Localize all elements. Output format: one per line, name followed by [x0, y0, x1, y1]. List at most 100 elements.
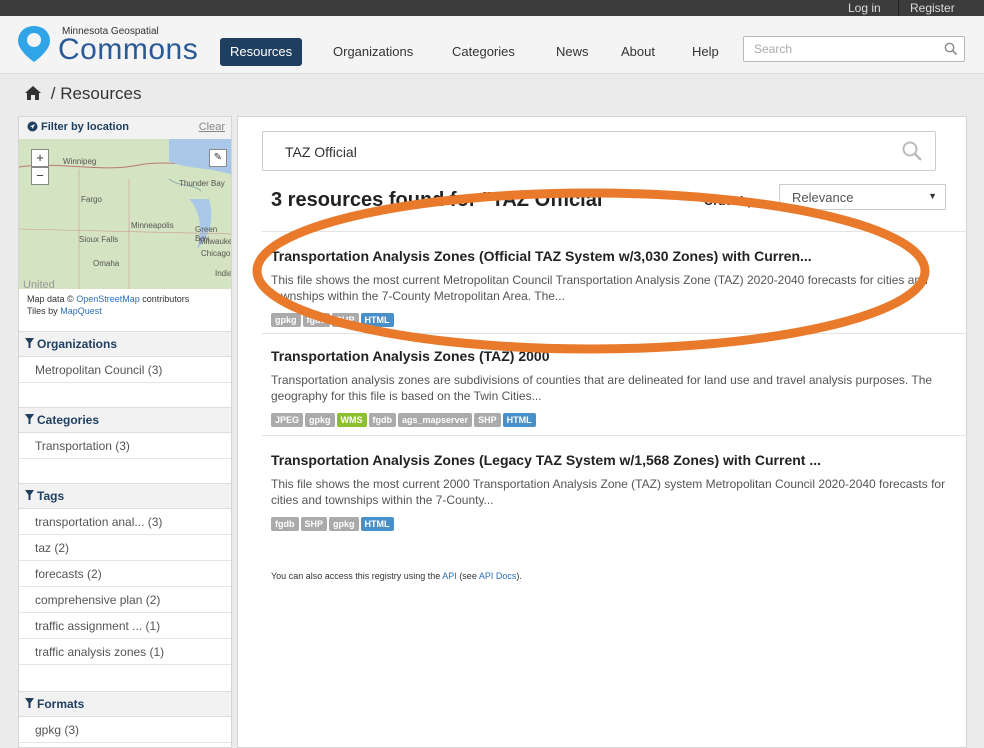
format-tag[interactable]: SHP [332, 313, 359, 327]
format-tag[interactable]: gpkg [329, 517, 359, 531]
result-title-link[interactable]: Transportation Analysis Zones (TAZ) 2000 [271, 348, 947, 364]
format-tags: fgdb SHP gpkg HTML [271, 514, 947, 531]
facet-item-label: transportation anal... (3) [35, 515, 163, 529]
result-title-link[interactable]: Transportation Analysis Zones (Official … [271, 248, 947, 264]
map-place-label: Omaha [93, 259, 120, 268]
site-search[interactable]: Search [743, 36, 965, 62]
account-bar: Log in Register [0, 0, 984, 16]
map-tiles [19, 139, 231, 289]
api-note-text: (see [459, 571, 477, 581]
zoom-in-button[interactable]: + [31, 149, 49, 167]
attribution-text: Map data © [27, 294, 74, 304]
format-tag[interactable]: fgdb [271, 517, 299, 531]
divider [262, 435, 970, 436]
tags-header: Tags [19, 483, 231, 509]
facet-title: Organizations [37, 337, 118, 351]
format-tag[interactable]: HTML [502, 413, 536, 427]
order-by-select[interactable]: Relevance ▼ [779, 184, 946, 210]
result-item: Transportation Analysis Zones (Official … [271, 248, 947, 327]
format-tag[interactable]: gpkg [305, 413, 335, 427]
filter-title: Filter by location [41, 121, 130, 133]
facet-item-label: traffic assignment ... (1) [35, 619, 161, 633]
api-note: You can also access this registry using … [271, 571, 522, 581]
result-description: This file shows the most current 2000 Tr… [271, 477, 946, 507]
format-tags: JPEG gpkg WMS fgdb ags_mapserver SHP HTML [271, 410, 947, 427]
location-filter-header: Filter by location Clear [19, 117, 231, 139]
home-icon[interactable] [24, 85, 42, 101]
format-tag[interactable]: HTML [360, 517, 394, 531]
mapquest-link[interactable]: MapQuest [60, 306, 102, 316]
format-tag[interactable]: HTML [360, 313, 394, 327]
filter-icon [25, 338, 34, 348]
format-tag[interactable]: SHP [300, 517, 328, 531]
location-icon [27, 121, 38, 132]
api-docs-link[interactable]: API Docs [479, 571, 517, 581]
search-icon[interactable] [901, 140, 923, 162]
format-tag[interactable]: fgdb [302, 313, 330, 327]
register-link[interactable]: Register [910, 1, 955, 15]
api-link[interactable]: API [442, 571, 457, 581]
osm-link[interactable]: OpenStreetMap [76, 294, 140, 304]
facet-item-tag[interactable]: traffic assignment ... (1) [19, 613, 231, 639]
map-place-label: Chicago [201, 249, 231, 258]
api-note-text: ). [516, 571, 522, 581]
facet-item-metropolitan-council[interactable]: Metropolitan Council (3) [19, 357, 231, 383]
results-count: 3 resources found for "TAZ Official" [271, 189, 612, 211]
format-tag[interactable]: ags_mapserver [398, 413, 473, 427]
map-pin-icon [18, 26, 50, 62]
breadcrumb: / Resources [24, 84, 141, 104]
clear-filter-link[interactable]: Clear [199, 121, 225, 133]
facet-item-tag[interactable]: taz (2) [19, 535, 231, 561]
facet-item-tag[interactable]: forecasts (2) [19, 561, 231, 587]
result-title-link[interactable]: Transportation Analysis Zones (Legacy TA… [271, 452, 947, 468]
facet-item-transportation[interactable]: Transportation (3) [19, 433, 231, 459]
facet-item-label: traffic analysis zones (1) [35, 645, 165, 659]
facet-item-format[interactable]: gpkg (3) [19, 717, 231, 743]
result-item: Transportation Analysis Zones (TAZ) 2000… [271, 348, 947, 427]
api-note-text: You can also access this registry using … [271, 571, 441, 581]
location-map[interactable]: Winnipeg Thunder Bay Fargo Green Bay Min… [19, 139, 232, 289]
nav-help[interactable]: Help [682, 38, 729, 66]
nav-about[interactable]: About [611, 38, 665, 66]
query-value[interactable]: TAZ Official [285, 144, 357, 160]
site-logo[interactable]: Minnesota Geospatial Commons [16, 22, 198, 68]
facet-item-label: comprehensive plan (2) [35, 593, 161, 607]
nav-news[interactable]: News [546, 38, 599, 66]
filter-icon [25, 698, 34, 708]
search-input[interactable]: Search [754, 42, 792, 56]
login-link[interactable]: Log in [848, 1, 881, 15]
results-panel: TAZ Official 3 resources found for "TAZ … [237, 116, 970, 748]
map-place-label: Winnipeg [63, 157, 97, 166]
facet-item-label: Transportation (3) [35, 439, 130, 453]
divider [262, 231, 970, 232]
facet-title: Formats [37, 697, 85, 711]
organizations-header: Organizations [19, 331, 231, 357]
masthead: Minnesota Geospatial Commons Resources O… [0, 16, 984, 74]
facet-item-label: Metropolitan Council (3) [35, 363, 163, 377]
map-place-label: Fargo [81, 195, 102, 204]
formats-header: Formats [19, 691, 231, 717]
facet-item-tag[interactable]: comprehensive plan (2) [19, 587, 231, 613]
query-input[interactable]: TAZ Official [262, 131, 936, 171]
nav-resources[interactable]: Resources [220, 38, 303, 66]
nav-organizations[interactable]: Organizations [323, 38, 423, 66]
map-place-label: United [23, 279, 55, 289]
format-tag[interactable]: gpkg [271, 313, 301, 327]
sidebar: Filter by location Clear Winnipeg Thunde… [18, 116, 232, 748]
facet-item-tag[interactable]: transportation anal... (3) [19, 509, 231, 535]
zoom-out-button[interactable]: − [31, 167, 49, 185]
format-tag[interactable]: fgdb [368, 413, 397, 427]
format-tag[interactable]: SHP [474, 413, 501, 427]
result-description: This file shows the most current Metropo… [271, 273, 928, 303]
breadcrumb-current: Resources [60, 84, 142, 103]
nav-categories[interactable]: Categories [442, 38, 525, 66]
search-icon[interactable] [944, 42, 958, 56]
format-tag[interactable]: JPEG [271, 413, 304, 427]
facet-item-tag[interactable]: traffic analysis zones (1) [19, 639, 231, 665]
facet-item-label: taz (2) [35, 541, 70, 555]
format-tag[interactable]: WMS [336, 413, 367, 427]
edit-draw-button[interactable]: ✎ [209, 149, 227, 167]
attribution-text: contributors [142, 294, 190, 304]
map-attribution: Map data © OpenStreetMap contributors Ti… [27, 293, 189, 317]
map-place-label: India [215, 269, 232, 278]
